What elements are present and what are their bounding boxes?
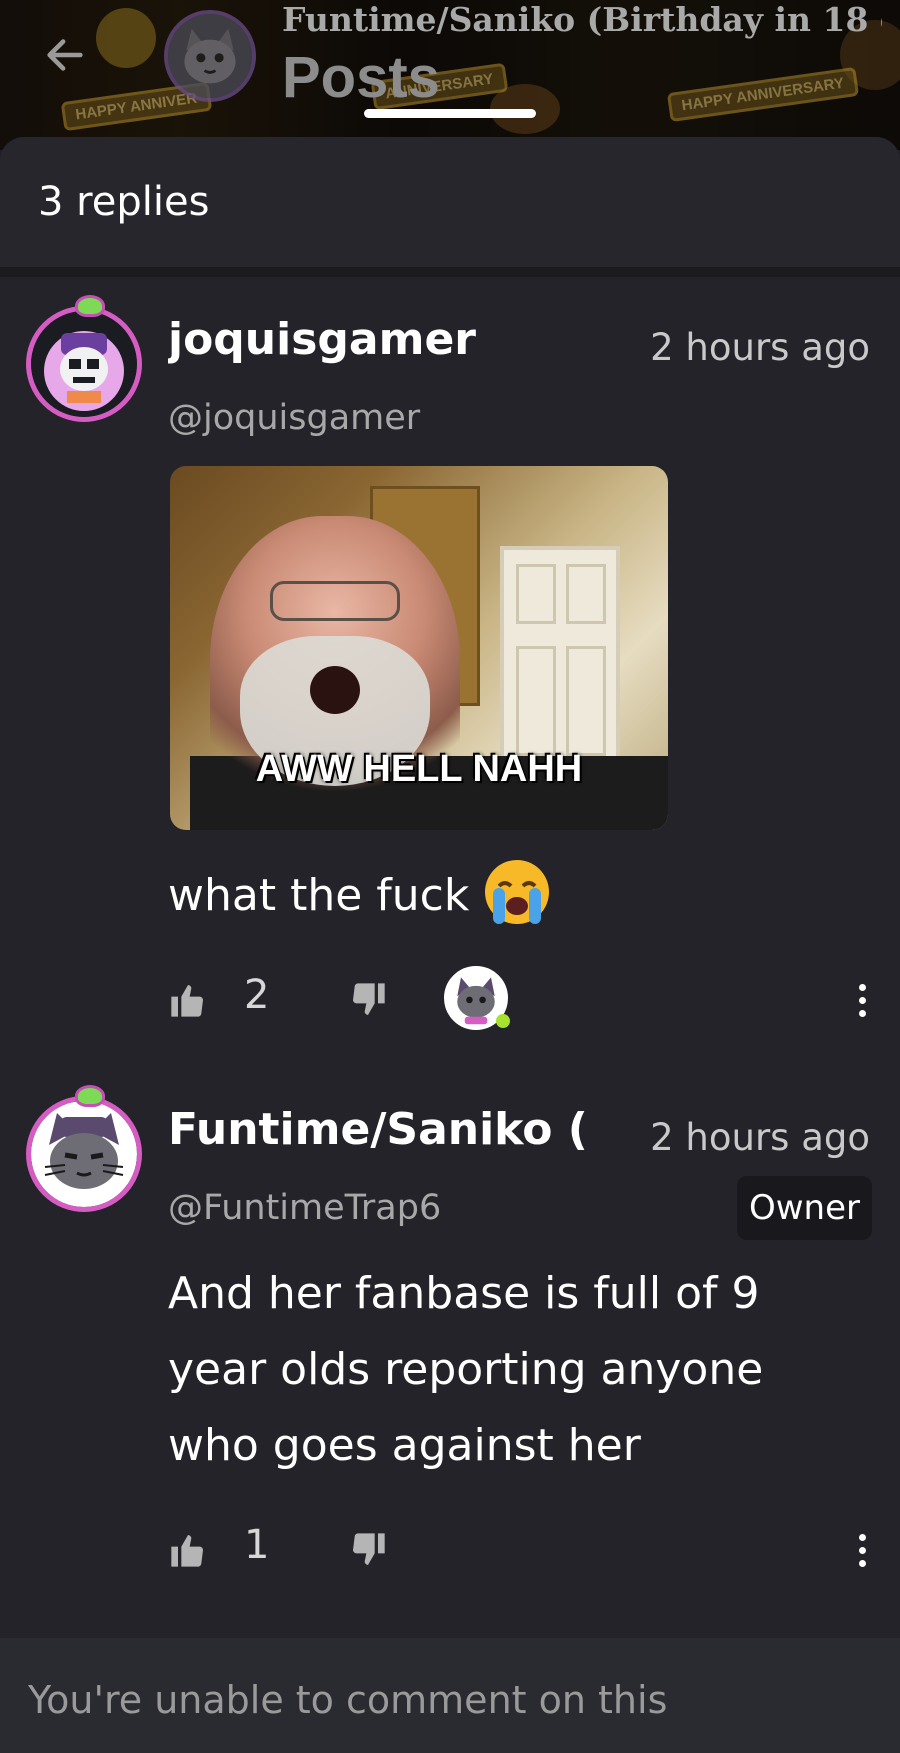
thumbs-up-icon[interactable] <box>168 980 208 1020</box>
cat-icon <box>168 14 252 98</box>
avatar[interactable] <box>26 1085 142 1212</box>
gif-background <box>500 546 620 776</box>
avatar-image <box>31 311 137 417</box>
comment-footer: You're unable to comment on this <box>0 1638 900 1753</box>
skull-character-icon <box>31 311 137 417</box>
username[interactable]: Funtime/Saniko (B <box>168 1104 588 1155</box>
tab-indicator <box>364 109 536 118</box>
screen: HAPPY ANNIVER ANNIVERSARY HAPPY ANNIVERS… <box>0 0 900 1753</box>
timestamp: 2 hours ago <box>638 326 870 369</box>
banner-tag: HAPPY ANNIVERSARY <box>666 66 859 123</box>
gif-attachment[interactable]: AWW HELL NAHH <box>170 466 668 830</box>
online-indicator <box>496 1014 510 1028</box>
comment-text-content: what the fuck <box>168 870 470 921</box>
thumbs-up-icon[interactable] <box>168 1530 208 1570</box>
like-count: 2 <box>244 972 270 1018</box>
loudly-crying-face-icon <box>485 860 550 924</box>
cat-icon <box>31 1101 137 1207</box>
back-button[interactable] <box>38 28 92 82</box>
user-handle: @FuntimeTrap6 <box>168 1188 442 1228</box>
community-avatar[interactable] <box>164 10 256 102</box>
sheet-header: 3 replies <box>0 137 900 267</box>
back-arrow-icon <box>47 39 83 71</box>
comment-text: And her fanbase is full of 9 year olds r… <box>168 1268 764 1471</box>
more-options-button[interactable] <box>852 1528 872 1574</box>
username[interactable]: joquisgamer <box>168 314 476 365</box>
like-count: 1 <box>244 1522 270 1568</box>
user-handle: @joquisgamer <box>168 398 421 438</box>
avatar[interactable] <box>26 295 142 422</box>
owner-badge: Owner <box>736 1176 872 1240</box>
frog-badge-icon <box>75 295 105 317</box>
replies-count: 3 replies <box>38 179 210 225</box>
header-subtitle: Posts <box>282 45 440 110</box>
more-options-button[interactable] <box>852 978 872 1024</box>
gif-figure <box>310 666 360 714</box>
gif-figure <box>270 581 400 621</box>
comment-text: what the fuck <box>168 858 555 936</box>
frog-badge-icon <box>75 1085 105 1107</box>
gif-caption: AWW HELL NAHH <box>255 748 583 790</box>
header-banner: HAPPY ANNIVER ANNIVERSARY HAPPY ANNIVERS… <box>0 0 900 150</box>
comment-disabled-notice: You're unable to comment on this <box>28 1678 668 1722</box>
thumbs-down-icon[interactable] <box>348 1530 388 1570</box>
divider <box>0 267 900 277</box>
comment-actions: 2 <box>168 966 868 1036</box>
thumbs-down-icon[interactable] <box>348 980 388 1020</box>
header-title: Funtime/Saniko (Birthday in 18 da <box>282 0 882 39</box>
banner-decoration <box>96 8 156 68</box>
avatar-image <box>31 1101 137 1207</box>
comment-actions: 1 <box>168 1516 868 1586</box>
timestamp: 2 hours ago <box>638 1116 870 1159</box>
